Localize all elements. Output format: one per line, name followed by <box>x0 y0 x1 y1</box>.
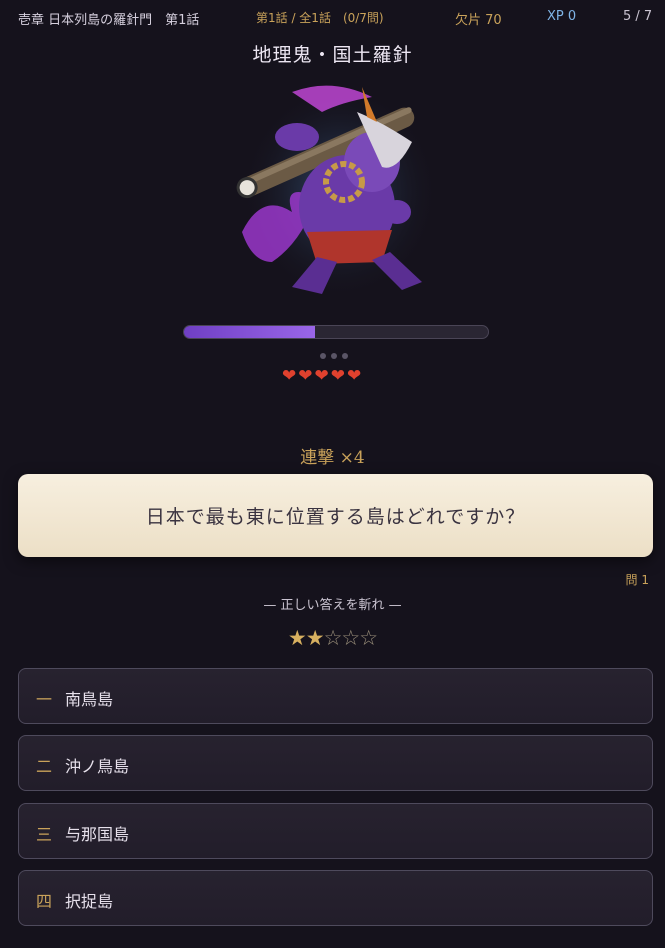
episode-progress: 第1話 / 全1話 (0/7問) <box>256 11 384 25</box>
answer-option-4[interactable]: 四 択捉島 <box>18 870 653 926</box>
answer-option-1[interactable]: 一 南鳥島 <box>18 668 653 724</box>
answer-option-2[interactable]: 二 沖ノ鳥島 <box>18 735 653 791</box>
difficulty-stars: ★★☆☆☆ <box>0 626 665 650</box>
empty-stars: ☆☆☆ <box>323 626 378 650</box>
answer-label: 与那国島 <box>65 825 130 844</box>
answer-label: 南鳥島 <box>65 690 114 709</box>
player-hearts: ❤❤❤❤❤ <box>282 366 364 386</box>
answer-option-3[interactable]: 三 与那国島 <box>18 803 653 859</box>
enemy-hp-bar <box>183 325 489 339</box>
chapter-title: 壱章 日本列島の羅針門 第1話 <box>18 13 200 28</box>
answer-number: 三 <box>36 825 53 844</box>
enemy-name: 地理鬼・国土羅針 <box>252 44 413 66</box>
oni-enemy-image <box>236 84 440 300</box>
dot <box>331 353 337 359</box>
filled-stars: ★★ <box>287 626 325 650</box>
fragments-counter: 欠片 70 <box>455 13 502 28</box>
dot <box>320 353 326 359</box>
xp-counter: XP 0 <box>547 9 577 24</box>
combo-counter: 連撃 ×4 <box>300 448 365 468</box>
question-number: 問 1 <box>625 573 649 587</box>
answer-number: 二 <box>36 757 53 776</box>
question-card: 日本で最も東に位置する島はどれですか？ <box>18 474 653 557</box>
dot <box>342 353 348 359</box>
page-dots <box>320 344 353 363</box>
answer-label: 沖ノ鳥島 <box>65 757 130 776</box>
enemy-hp-fill <box>184 326 315 338</box>
top-status-bar: 壱章 日本列島の羅針門 第1話 第1話 / 全1話 (0/7問) 欠片 70 X… <box>0 0 665 34</box>
answer-number: 四 <box>36 892 53 911</box>
instruction-text: — 正しい答えを斬れ — <box>263 598 402 613</box>
answer-label: 択捉島 <box>65 892 114 911</box>
page-counter: 5 / 7 <box>623 9 653 24</box>
question-text: 日本で最も東に位置する島はどれですか？ <box>145 506 526 528</box>
answer-number: 一 <box>36 690 53 709</box>
